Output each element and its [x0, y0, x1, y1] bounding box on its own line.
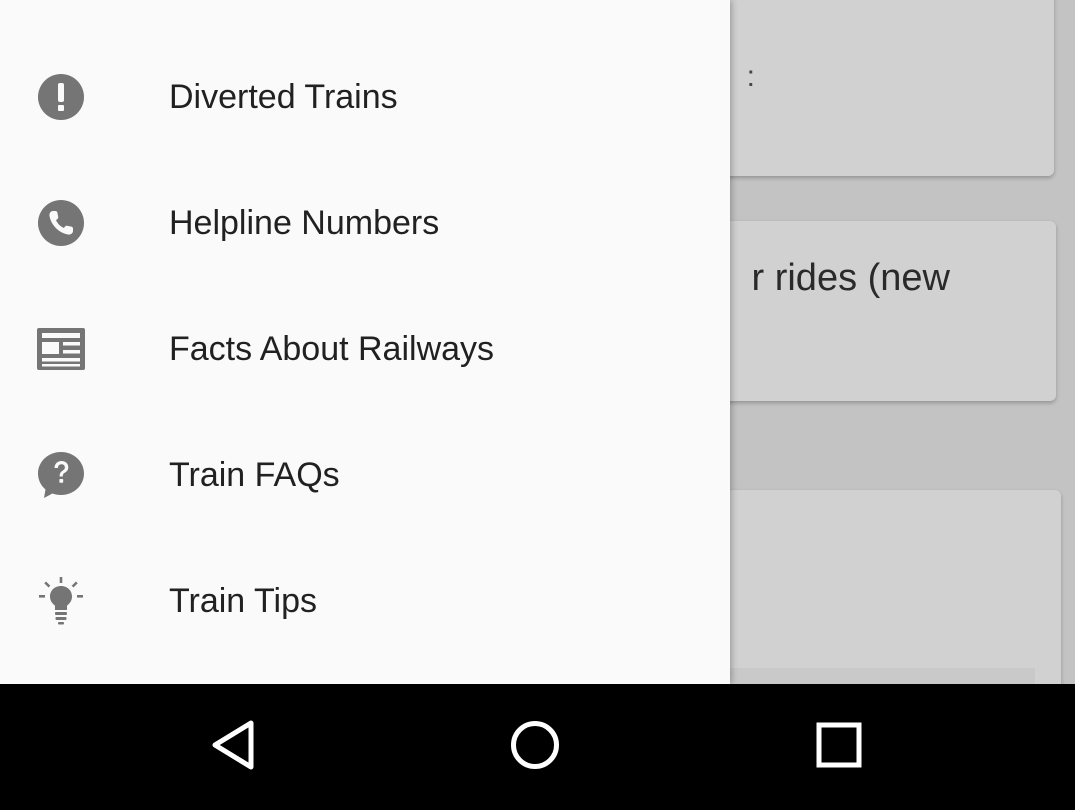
menu-item-train-faqs[interactable]: Train FAQs: [0, 412, 730, 538]
back-button[interactable]: [198, 712, 268, 782]
system-navigation-bar: [0, 684, 1075, 810]
menu-item-label: Diverted Trains: [169, 77, 398, 116]
recents-button[interactable]: [804, 712, 874, 782]
menu-item-label: Facts About Railways: [169, 329, 495, 368]
recents-icon: [815, 721, 863, 774]
menu-item-label: Train FAQs: [169, 455, 340, 494]
menu-item-label: Helpline Numbers: [169, 203, 440, 242]
menu-item-label: Train Tips: [169, 581, 318, 620]
menu-item-diverted-trains[interactable]: Diverted Trains: [0, 34, 730, 160]
menu-item-helpline-numbers[interactable]: Helpline Numbers: [0, 160, 730, 286]
screen: : r rides (new Diverted Trains Helpline …: [0, 0, 1075, 810]
home-icon: [509, 719, 561, 776]
lightbulb-icon: [36, 576, 86, 626]
exclamation-circle-icon: [36, 72, 86, 122]
back-icon: [209, 719, 257, 776]
phone-icon: [36, 198, 86, 248]
home-button[interactable]: [500, 712, 570, 782]
navigation-drawer: Diverted Trains Helpline Numbers Facts A…: [0, 0, 730, 684]
newspaper-icon: [36, 324, 86, 374]
question-bubble-icon: [36, 450, 86, 500]
menu-item-train-tips[interactable]: Train Tips: [0, 538, 730, 664]
menu-item-facts-about-railways[interactable]: Facts About Railways: [0, 286, 730, 412]
